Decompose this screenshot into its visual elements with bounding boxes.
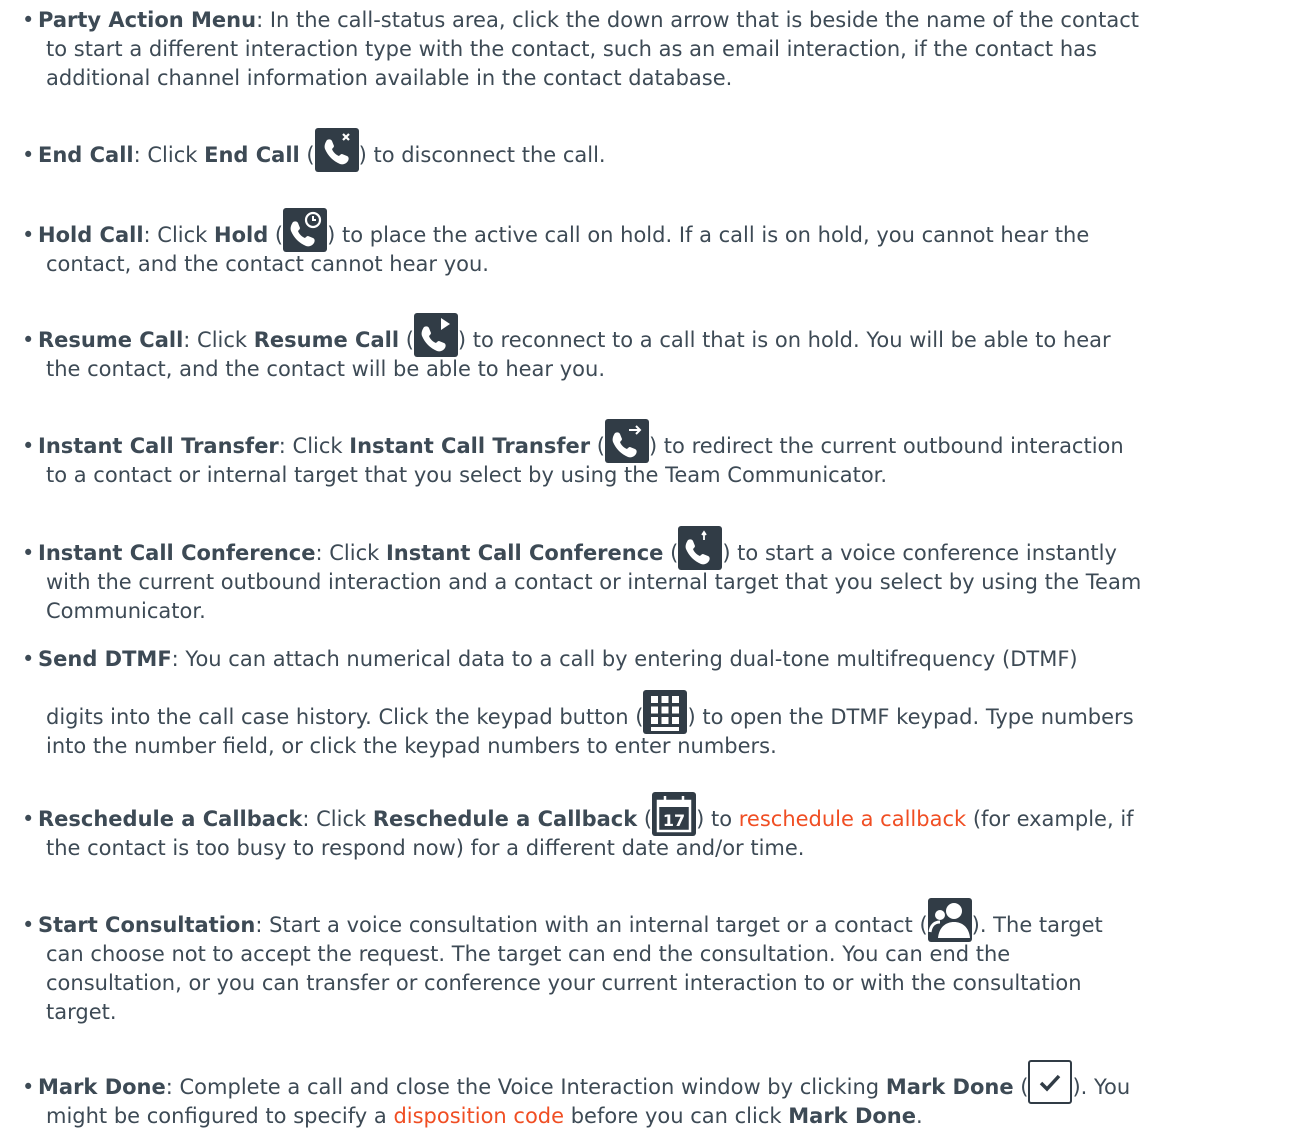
item-title: Party Action Menu: [38, 8, 257, 32]
calendar-day-label: 17: [663, 811, 685, 830]
resume-call-icon: [413, 313, 458, 357]
checkmark-icon: [1028, 1060, 1073, 1104]
hold-call-icon: [283, 208, 328, 252]
keypad-icon: [643, 690, 688, 734]
call-conference-icon: [678, 526, 723, 570]
call-transfer-icon: [604, 419, 649, 463]
reschedule-callback-link[interactable]: reschedule a callback: [739, 807, 966, 831]
calendar-icon: 17: [652, 792, 697, 836]
bullet: •: [22, 8, 35, 32]
disposition-code-link[interactable]: disposition code: [393, 1104, 564, 1128]
end-call-icon: [314, 128, 359, 172]
consultation-icon: [927, 898, 972, 942]
